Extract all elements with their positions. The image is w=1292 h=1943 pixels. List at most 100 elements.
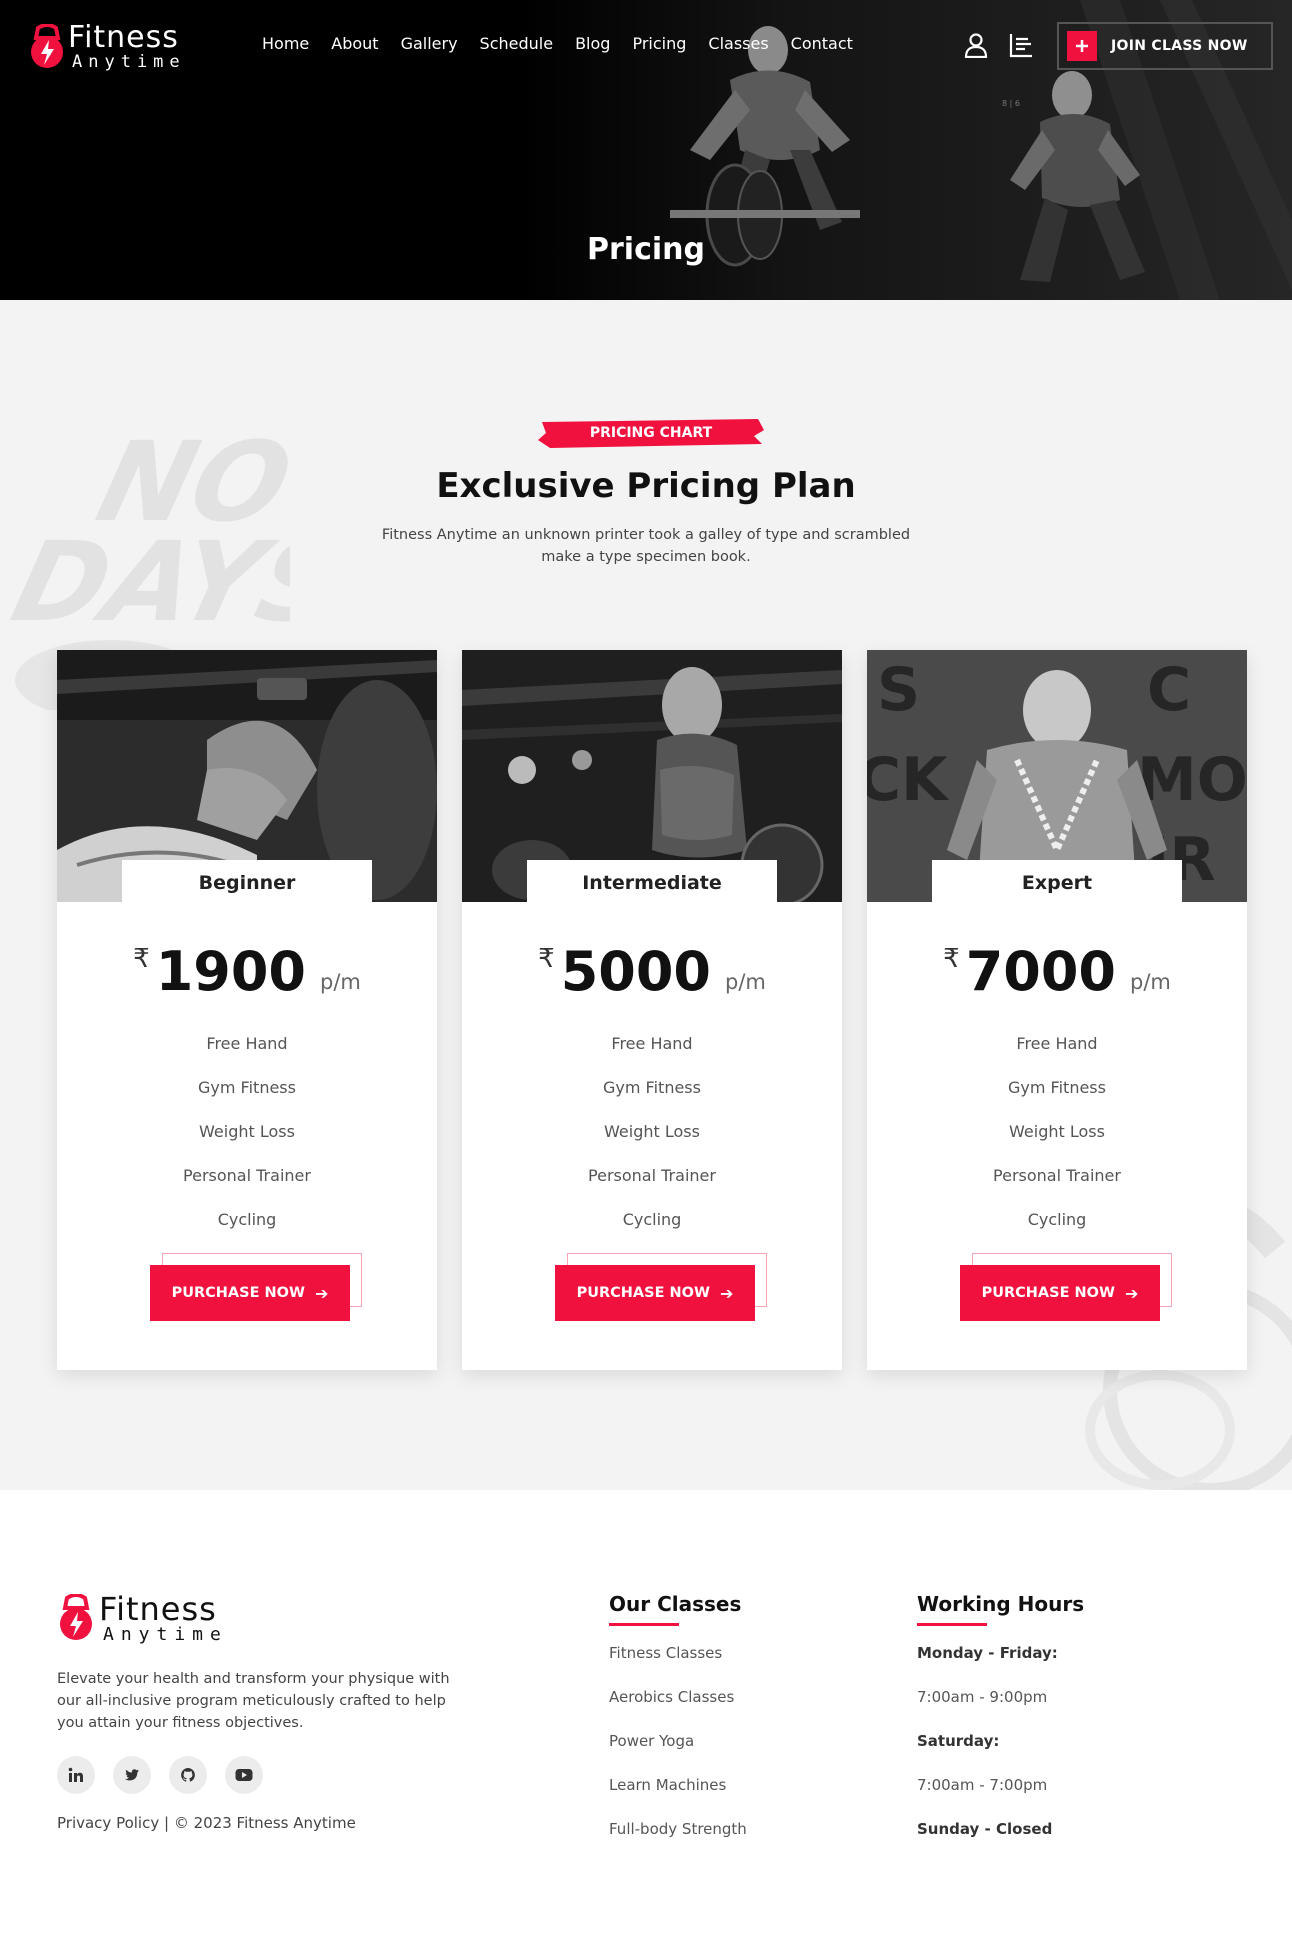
logo-text-primary: Fitness [68, 20, 179, 55]
class-link[interactable]: Learn Machines [609, 1774, 747, 1818]
feature-item: Weight Loss [604, 1122, 700, 1141]
price-period: p/m [1129, 970, 1171, 994]
purchase-button[interactable]: PURCHASE NOW ➔ [150, 1265, 350, 1321]
svg-text:S: S [877, 655, 920, 725]
list-menu-icon[interactable] [1008, 32, 1034, 58]
feature-item: Cycling [217, 1210, 277, 1229]
feature-item: Weight Loss [199, 1122, 295, 1141]
plan-price: ₹7000 p/m [867, 940, 1247, 1010]
nav-gallery[interactable]: Gallery [401, 34, 458, 53]
hours-value: 7:00am - 9:00pm [917, 1688, 1048, 1706]
nav-home[interactable]: Home [262, 34, 309, 53]
svg-text:C: C [1147, 655, 1191, 725]
pricing-card-expert: S C CK MO IR Expert ₹7000p/m Free Hand G… [867, 650, 1247, 1370]
purchase-area: PURCHASE NOW ➔ [555, 1253, 767, 1321]
hours-heading: Working Hours [917, 1592, 1085, 1616]
heading-underline [917, 1623, 987, 1626]
copyright: Privacy Policy | © 2023 Fitness Anytime [57, 1814, 356, 1832]
feature-item: Personal Trainer [993, 1166, 1121, 1185]
copyright-text: | © 2023 Fitness Anytime [164, 1814, 356, 1832]
purchase-label: PURCHASE NOW [981, 1285, 1115, 1301]
hours-label: Monday - Friday: [917, 1644, 1058, 1662]
nav-schedule[interactable]: Schedule [480, 34, 554, 53]
purchase-label: PURCHASE NOW [171, 1285, 305, 1301]
feature-item: Personal Trainer [588, 1166, 716, 1185]
privacy-policy-link[interactable]: Privacy Policy [57, 1814, 159, 1832]
page-title: Pricing [587, 232, 705, 267]
feature-item: Gym Fitness [1008, 1078, 1106, 1097]
arrow-right-icon: ➔ [315, 1283, 329, 1303]
svg-text:8 | 6: 8 | 6 [1002, 99, 1020, 108]
logo-text-secondary: Anytime [72, 52, 186, 72]
feature-item: Gym Fitness [198, 1078, 296, 1097]
classes-list: Fitness Classes Aerobics Classes Power Y… [609, 1642, 747, 1862]
hours-label: Saturday: [917, 1732, 1000, 1750]
nav-about[interactable]: About [331, 34, 378, 53]
badge-label: PRICING CHART [589, 425, 713, 441]
price-amount: 7000 [965, 940, 1116, 1003]
plus-icon [1067, 31, 1097, 61]
github-icon[interactable] [169, 1756, 207, 1794]
join-class-button[interactable]: JOIN CLASS NOW [1057, 22, 1273, 70]
top-navigation: Fitness Anytime Home About Gallery Sched… [0, 0, 1292, 92]
feature-list: Free Hand Gym Fitness Weight Loss Person… [867, 1022, 1247, 1242]
plan-price: ₹1900 p/m [57, 940, 437, 1010]
join-class-label: JOIN CLASS NOW [1111, 38, 1248, 54]
feature-item: Free Hand [206, 1034, 288, 1053]
nav-pricing[interactable]: Pricing [632, 34, 686, 53]
pricing-section: NO DAYS PRICING CHART Exclusive Pricing … [0, 300, 1292, 1490]
pricing-card-beginner: Beginner ₹1900 p/m Free Hand Gym Fitness … [57, 650, 437, 1370]
currency-symbol: ₹ [133, 944, 150, 974]
price-period: p/m [319, 970, 361, 994]
brand-logo[interactable]: Fitness Anytime [28, 20, 208, 74]
svg-text:DAYS: DAYS [1, 519, 290, 647]
pricing-card-intermediate: Intermediate ₹5000 p/m Free Hand Gym Fitn… [462, 650, 842, 1370]
class-link[interactable]: Fitness Classes [609, 1642, 747, 1686]
nav-classes[interactable]: Classes [708, 34, 768, 53]
youtube-icon[interactable] [225, 1756, 263, 1794]
logo-text-secondary: Anytime [103, 1624, 228, 1645]
plan-name: Expert [932, 860, 1182, 906]
section-title: Exclusive Pricing Plan [436, 466, 856, 506]
purchase-button[interactable]: PURCHASE NOW ➔ [555, 1265, 755, 1321]
kettlebell-logo-icon [31, 24, 63, 68]
feature-item: Free Hand [1016, 1034, 1098, 1053]
plan-name: Intermediate [527, 860, 777, 906]
nav-contact[interactable]: Contact [791, 34, 853, 53]
feature-item: Personal Trainer [183, 1166, 311, 1185]
svg-text:MO: MO [1137, 745, 1247, 815]
class-link[interactable]: Power Yoga [609, 1730, 747, 1774]
site-footer: Fitness Anytime Elevate your health and … [0, 1490, 1292, 1943]
linkedin-icon[interactable] [57, 1756, 95, 1794]
currency-symbol: ₹ [943, 944, 960, 974]
feature-item: Cycling [622, 1210, 682, 1229]
logo-text-primary: Fitness [99, 1590, 217, 1628]
class-link[interactable]: Full-body Strength [609, 1818, 747, 1862]
hours-list: Monday - Friday: 7:00am - 9:00pm Saturda… [917, 1642, 1058, 1862]
heading-underline [609, 1623, 679, 1626]
purchase-area: PURCHASE NOW ➔ [150, 1253, 362, 1321]
social-links [57, 1756, 263, 1794]
user-icon[interactable] [963, 32, 989, 58]
kettlebell-logo-icon [60, 1594, 92, 1640]
footer-logo[interactable]: Fitness Anytime [57, 1590, 257, 1648]
section-description: Fitness Anytime an unknown printer took … [381, 527, 911, 565]
svg-text:CK: CK [867, 745, 950, 815]
arrow-right-icon: ➔ [720, 1283, 734, 1303]
purchase-area: PURCHASE NOW ➔ [960, 1253, 1172, 1321]
hours-value: 7:00am - 7:00pm [917, 1776, 1048, 1794]
price-amount: 5000 [560, 940, 711, 1003]
nav-blog[interactable]: Blog [575, 34, 610, 53]
purchase-button[interactable]: PURCHASE NOW ➔ [960, 1265, 1160, 1321]
pricing-chart-badge: PRICING CHART [536, 416, 766, 450]
feature-item: Gym Fitness [603, 1078, 701, 1097]
hero-banner: 8 | 6 Fitness Anytime Home About Gallery… [0, 0, 1292, 300]
feature-list: Free Hand Gym Fitness Weight Loss Person… [57, 1022, 437, 1242]
twitter-icon[interactable] [113, 1756, 151, 1794]
currency-symbol: ₹ [538, 944, 555, 974]
class-link[interactable]: Aerobics Classes [609, 1686, 747, 1730]
classes-heading: Our Classes [609, 1592, 742, 1616]
main-menu: Home About Gallery Schedule Blog Pricing… [262, 34, 875, 53]
arrow-right-icon: ➔ [1125, 1283, 1139, 1303]
feature-item: Weight Loss [1009, 1122, 1105, 1141]
